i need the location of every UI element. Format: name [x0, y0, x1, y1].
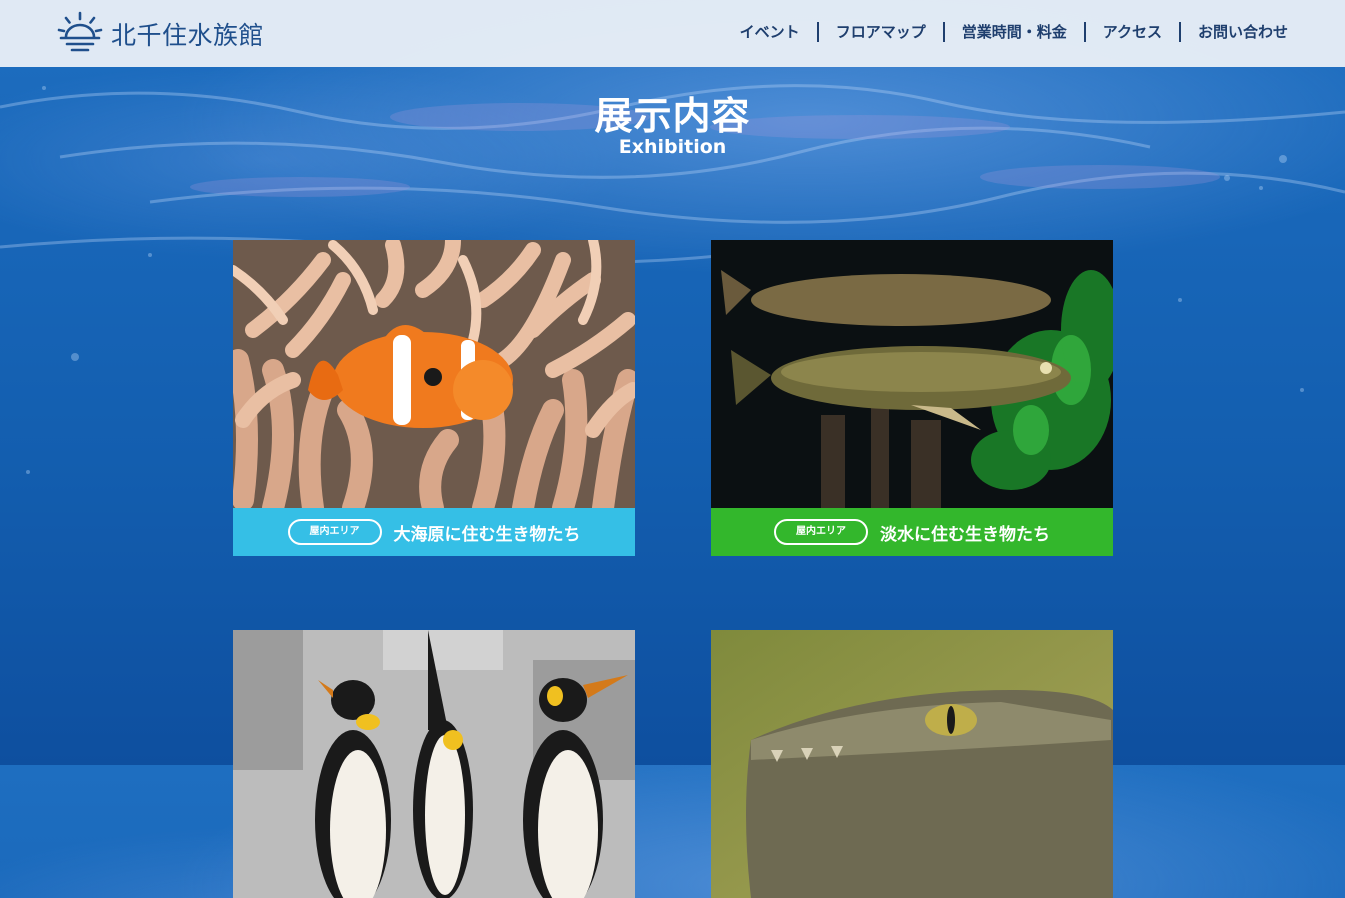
nav-item-access[interactable]: アクセス: [1083, 22, 1179, 42]
logo-text: 北千住水族館: [111, 21, 265, 50]
crocodile: [746, 690, 1113, 898]
main-nav: イベント フロアマップ 営業時間・料金 アクセス お問い合わせ: [723, 22, 1305, 42]
exhibit-card-ocean[interactable]: 屋内エリア 大海原に住む生き物たち: [233, 240, 635, 556]
nav-item-hours-prices[interactable]: 営業時間・料金: [942, 22, 1084, 42]
site-header: 北千住水族館 イベント フロアマップ 営業時間・料金 アクセス お問い合わせ: [0, 0, 1345, 67]
section-heading: 展示内容 Exhibition: [0, 92, 1345, 158]
exhibit-card-freshwater[interactable]: 屋内エリア 淡水に住む生き物たち: [711, 240, 1113, 556]
nav-item-events[interactable]: イベント: [723, 22, 817, 42]
sunrise-wave-icon: [57, 11, 103, 52]
nav-item-contact[interactable]: お問い合わせ: [1178, 22, 1305, 42]
card-title: 淡水に住む生き物たち: [880, 524, 1050, 545]
arowana-photo: [711, 240, 1113, 508]
page-title: 展示内容: [594, 94, 751, 138]
site-logo[interactable]: 北千住水族館: [57, 11, 264, 57]
card-caption: 屋内エリア 大海原に住む生き物たち: [233, 508, 635, 556]
card-title: 大海原に住む生き物たち: [393, 524, 581, 545]
king-penguins-photo: [233, 630, 635, 898]
crocodile-photo: [711, 630, 1113, 898]
exhibit-card-reptiles[interactable]: [711, 630, 1113, 898]
area-badge: 屋内エリア: [287, 519, 382, 545]
clownfish-anemone-photo: [233, 240, 635, 508]
nav-item-floor-map[interactable]: フロアマップ: [816, 22, 943, 42]
exhibit-card-penguins[interactable]: [233, 630, 635, 898]
card-caption: 屋内エリア 淡水に住む生き物たち: [711, 508, 1113, 556]
page-subtitle: Exhibition: [618, 136, 727, 158]
area-badge: 屋内エリア: [774, 519, 868, 545]
